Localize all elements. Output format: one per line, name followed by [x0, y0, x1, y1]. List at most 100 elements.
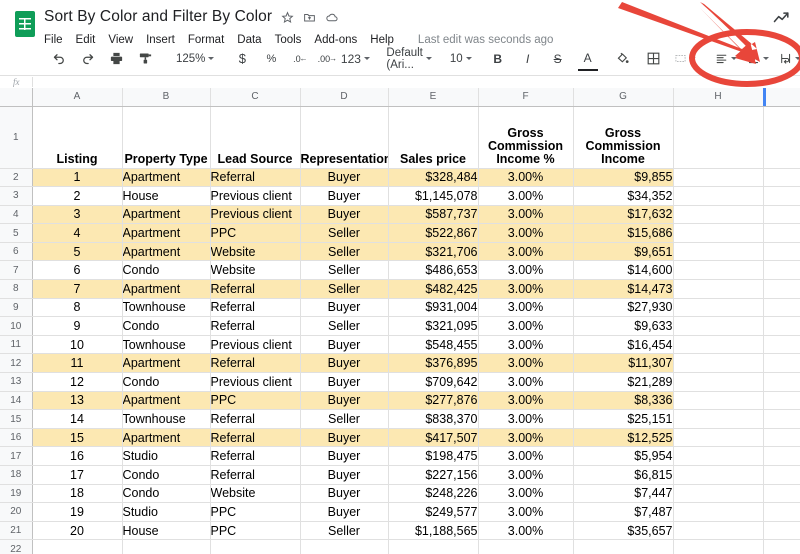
row-header-20[interactable]: 20	[0, 502, 33, 522]
row-header-15[interactable]: 15	[0, 409, 33, 429]
cell-gci[interactable]: $5,954	[573, 446, 674, 466]
column-header-c[interactable]: C	[210, 88, 301, 107]
redo-icon[interactable]	[76, 47, 98, 71]
cell-lead-source[interactable]: Referral	[210, 409, 301, 429]
cell-property-type[interactable]: Studio	[122, 446, 211, 466]
cell-property-type[interactable]: Apartment	[122, 353, 211, 374]
cell-property-type[interactable]: Studio	[122, 502, 211, 522]
cell-listing[interactable]: 4	[32, 223, 123, 243]
cell-sales-price[interactable]: $328,484	[388, 168, 479, 188]
font-size-select[interactable]: 10	[450, 53, 472, 65]
cell-property-type[interactable]: Condo	[122, 484, 211, 504]
header-lead-source[interactable]: Lead Source	[210, 106, 301, 169]
cell-sales-price[interactable]: $376,895	[388, 353, 479, 374]
cell-lead-source[interactable]: Referral	[210, 316, 301, 336]
borders-icon[interactable]	[643, 47, 665, 71]
cell-lead-source[interactable]: PPC	[210, 521, 301, 541]
cell-property-type[interactable]: Townhouse	[122, 298, 211, 318]
cell-listing[interactable]: 17	[32, 465, 123, 485]
fill-color-icon[interactable]	[612, 47, 634, 71]
cell-h5[interactable]	[673, 223, 764, 243]
cell-h20[interactable]	[673, 502, 764, 522]
cell-empty[interactable]	[122, 539, 211, 554]
row-header-9[interactable]: 9	[0, 298, 33, 318]
cell-h7[interactable]	[673, 260, 764, 281]
cell-lead-source[interactable]: Previous client	[210, 205, 301, 225]
cell-lead-source[interactable]: Website	[210, 484, 301, 504]
cell-property-type[interactable]: Apartment	[122, 223, 211, 243]
text-color-button[interactable]: A	[577, 47, 598, 71]
cell-listing[interactable]: 1	[32, 168, 123, 188]
cell-representation[interactable]: Buyer	[300, 205, 389, 225]
cell-gci-percent[interactable]: 3.00%	[478, 502, 574, 522]
strikethrough-button[interactable]: S	[548, 47, 568, 71]
cell-lead-source[interactable]: Referral	[210, 465, 301, 485]
cell-representation[interactable]: Buyer	[300, 391, 389, 411]
cell-sales-price[interactable]: $248,226	[388, 484, 479, 504]
cell-sales-price[interactable]: $587,737	[388, 205, 479, 225]
cell-sales-price[interactable]: $227,156	[388, 465, 479, 485]
cell-gci-percent[interactable]: 3.00%	[478, 446, 574, 466]
formula-bar[interactable]: fx	[0, 75, 800, 88]
text-wrapping-icon[interactable]	[779, 47, 800, 71]
column-header-f[interactable]: F	[478, 88, 574, 107]
cell-h2[interactable]	[673, 168, 764, 188]
cell-gci-percent[interactable]: 3.00%	[478, 223, 574, 243]
row-header-1[interactable]: 1	[0, 106, 33, 169]
cell-sales-price[interactable]: $198,475	[388, 446, 479, 466]
cell-empty[interactable]	[478, 539, 574, 554]
cell-h11[interactable]	[673, 335, 764, 355]
cell-property-type[interactable]: Condo	[122, 372, 211, 392]
cell-gci-percent[interactable]: 3.00%	[478, 205, 574, 225]
cell-gci[interactable]: $35,657	[573, 521, 674, 541]
bold-button[interactable]: B	[488, 47, 508, 71]
cell-lead-source[interactable]: Referral	[210, 446, 301, 466]
horizontal-align-icon[interactable]	[715, 47, 737, 71]
cell-lead-source[interactable]: PPC	[210, 502, 301, 522]
cell-gci-percent[interactable]: 3.00%	[478, 186, 574, 206]
cell-representation[interactable]: Buyer	[300, 335, 389, 355]
cell-listing[interactable]: 13	[32, 391, 123, 411]
column-header-a[interactable]: A	[32, 88, 123, 107]
cell-gci-percent[interactable]: 3.00%	[478, 335, 574, 355]
cell-h1[interactable]	[673, 106, 764, 169]
header-listing[interactable]: Listing	[32, 106, 123, 169]
document-title[interactable]: Sort By Color and Filter By Color	[44, 8, 272, 26]
cell-listing[interactable]: 18	[32, 484, 123, 504]
cell-lead-source[interactable]: PPC	[210, 223, 301, 243]
cell-representation[interactable]: Seller	[300, 223, 389, 243]
chevron-down-icon[interactable]	[425, 57, 432, 60]
cell-property-type[interactable]: Townhouse	[122, 335, 211, 355]
cell-gci-percent[interactable]: 3.00%	[478, 465, 574, 485]
cell-gci[interactable]: $14,473	[573, 279, 674, 299]
cell-representation[interactable]: Buyer	[300, 186, 389, 206]
cell-gci[interactable]: $8,336	[573, 391, 674, 411]
cell-lead-source[interactable]: Website	[210, 260, 301, 281]
google-sheets-logo[interactable]	[12, 8, 38, 40]
cell-lead-source[interactable]: Referral	[210, 168, 301, 188]
cell-lead-source[interactable]: PPC	[210, 391, 301, 411]
column-header-d[interactable]: D	[300, 88, 389, 107]
cell-gci[interactable]: $16,454	[573, 335, 674, 355]
row-header-21[interactable]: 21	[0, 521, 33, 541]
cell-representation[interactable]: Buyer	[300, 353, 389, 374]
currency-format-button[interactable]: $	[232, 47, 252, 71]
cell-sales-price[interactable]: $1,188,565	[388, 521, 479, 541]
increase-decimal-button[interactable]: .00 →	[317, 47, 338, 71]
cell-property-type[interactable]: Apartment	[122, 205, 211, 225]
cell-representation[interactable]: Buyer	[300, 168, 389, 188]
cell-lead-source[interactable]: Previous client	[210, 186, 301, 206]
paint-format-icon[interactable]	[134, 47, 156, 71]
cell-gci[interactable]: $25,151	[573, 409, 674, 429]
cell-h13[interactable]	[673, 372, 764, 392]
cell-property-type[interactable]: Condo	[122, 316, 211, 336]
cell-lead-source[interactable]: Previous client	[210, 335, 301, 355]
cell-gci[interactable]: $34,352	[573, 186, 674, 206]
cell-property-type[interactable]: Condo	[122, 260, 211, 281]
cell-gci[interactable]: $12,525	[573, 428, 674, 448]
cell-gci-percent[interactable]: 3.00%	[478, 168, 574, 188]
row-header-7[interactable]: 7	[0, 260, 33, 281]
cell-sales-price[interactable]: $417,507	[388, 428, 479, 448]
cell-gci[interactable]: $9,651	[573, 242, 674, 262]
cell-listing[interactable]: 20	[32, 521, 123, 541]
